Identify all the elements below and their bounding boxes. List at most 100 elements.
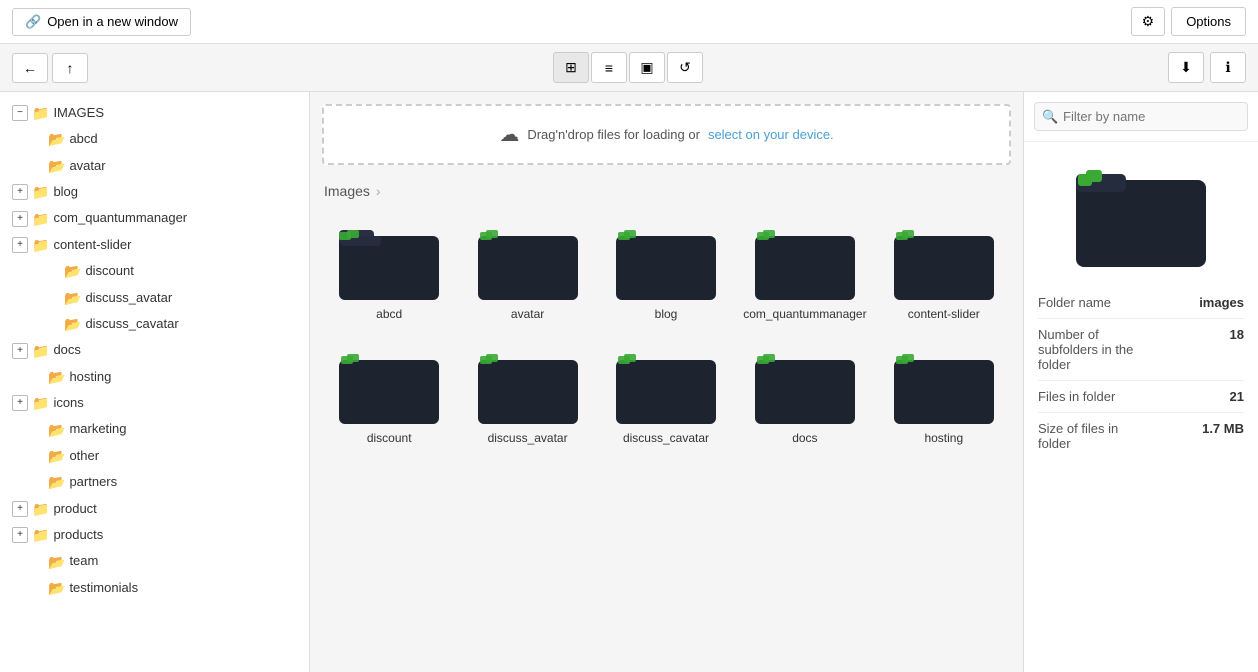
- link-icon: 🔗: [25, 14, 41, 30]
- file-item-hosting[interactable]: hosting: [879, 337, 1009, 453]
- back-icon: ←: [23, 60, 37, 76]
- sidebar-item-com-quantummanager[interactable]: + 📁 com_quantummanager: [0, 206, 309, 232]
- file-item-content-slider[interactable]: content-slider: [879, 213, 1009, 329]
- file-item-discuss-cavatar[interactable]: discuss_cavatar: [601, 337, 731, 453]
- folder-svg-com: [755, 221, 855, 301]
- options-label: Options: [1186, 14, 1231, 29]
- folder-icon-abcd: 📂: [48, 128, 65, 150]
- folder-icon-products: 📁: [32, 524, 49, 546]
- filter-input[interactable]: [1034, 102, 1248, 131]
- folder-icon-product: 📁: [32, 498, 49, 520]
- product-toggle[interactable]: +: [12, 501, 28, 517]
- breadcrumb: Images ›: [310, 177, 1023, 205]
- folder-preview-svg: [1076, 162, 1206, 267]
- blog-toggle[interactable]: +: [12, 184, 28, 200]
- folder-icon: ▣: [640, 59, 653, 76]
- content-slider-toggle[interactable]: +: [12, 237, 28, 253]
- folder-svg-blog: [616, 221, 716, 301]
- grid-view-button[interactable]: ⊞: [553, 52, 589, 83]
- folder-info: Folder name images Number of subfolders …: [1024, 277, 1258, 469]
- sidebar-item-marketing[interactable]: 📂 marketing: [0, 417, 309, 443]
- up-icon: ↑: [67, 60, 74, 76]
- folder-icon-discount: 📂: [64, 260, 81, 282]
- sidebar-item-avatar[interactable]: 📂 avatar: [0, 153, 309, 179]
- sidebar-label-discount: discount: [85, 261, 133, 282]
- sidebar-item-blog[interactable]: + 📁 blog: [0, 179, 309, 205]
- sidebar-label-other: other: [69, 446, 99, 467]
- sidebar-item-content-slider[interactable]: + 📁 content-slider: [0, 232, 309, 258]
- sidebar-item-abcd[interactable]: 📂 abcd: [0, 126, 309, 152]
- docs-toggle[interactable]: +: [12, 343, 28, 359]
- main-area: − 📁 IMAGES 📂 abcd 📂 avatar + 📁 blog + 📁 …: [0, 92, 1258, 672]
- toolbar-views: ⊞ ≡ ▣ ↺: [553, 52, 703, 83]
- sidebar-item-team[interactable]: 📂 team: [0, 549, 309, 575]
- folder-svg-avatar: [478, 221, 578, 301]
- settings-button[interactable]: ⚙: [1131, 7, 1166, 36]
- folder-icon-content-slider: 📁: [32, 234, 49, 256]
- drop-zone-text: Drag'n'drop files for loading or: [527, 127, 700, 142]
- filter-bar: 🔍: [1024, 92, 1258, 142]
- sidebar-item-icons[interactable]: + 📁 icons: [0, 390, 309, 416]
- file-label-discuss-avatar: discuss_avatar: [488, 431, 568, 445]
- sidebar-item-discuss-avatar[interactable]: 📂 discuss_avatar: [0, 285, 309, 311]
- open-new-window-button[interactable]: 🔗 Open in a new window: [12, 8, 191, 36]
- cloud-upload-icon: ☁: [499, 122, 519, 147]
- folder-svg-abcd: [339, 221, 439, 301]
- sidebar-root[interactable]: − 📁 IMAGES: [0, 100, 309, 126]
- filter-input-wrap: 🔍: [1034, 102, 1248, 131]
- list-view-button[interactable]: ≡: [591, 52, 627, 83]
- file-label-blog: blog: [655, 307, 678, 321]
- sidebar-label-partners: partners: [69, 472, 117, 493]
- folder-icon-blog: 📁: [32, 181, 49, 203]
- subfolders-value: 18: [1141, 327, 1244, 342]
- icons-toggle[interactable]: +: [12, 395, 28, 411]
- file-item-discuss-avatar[interactable]: discuss_avatar: [462, 337, 592, 453]
- sidebar-item-partners[interactable]: 📂 partners: [0, 469, 309, 495]
- sidebar-label-team: team: [69, 551, 98, 572]
- sidebar-item-products[interactable]: + 📁 products: [0, 522, 309, 548]
- up-button[interactable]: ↑: [52, 53, 88, 83]
- folder-name-value: images: [1141, 295, 1244, 310]
- com-toggle[interactable]: +: [12, 211, 28, 227]
- file-item-abcd[interactable]: abcd: [324, 213, 454, 329]
- sidebar-item-docs[interactable]: + 📁 docs: [0, 338, 309, 364]
- info-row-size: Size of files in folder 1.7 MB: [1038, 413, 1244, 459]
- sidebar-label-hosting: hosting: [69, 367, 111, 388]
- file-item-discount[interactable]: discount: [324, 337, 454, 453]
- sidebar-item-discuss-cavatar[interactable]: 📂 discuss_cavatar: [0, 311, 309, 337]
- folder-icon-team: 📂: [48, 551, 65, 573]
- sidebar-item-discount[interactable]: 📂 discount: [0, 258, 309, 284]
- file-item-blog[interactable]: blog: [601, 213, 731, 329]
- file-item-avatar[interactable]: avatar: [462, 213, 592, 329]
- info-row-subfolders: Number of subfolders in the folder 18: [1038, 319, 1244, 381]
- file-label-discuss-cavatar: discuss_cavatar: [623, 431, 709, 445]
- file-label-com: com_quantummanager: [743, 307, 866, 321]
- info-button[interactable]: ℹ: [1210, 52, 1246, 83]
- sidebar-item-product[interactable]: + 📁 product: [0, 496, 309, 522]
- refresh-button[interactable]: ↺: [667, 52, 703, 83]
- file-label-discount: discount: [367, 431, 412, 445]
- sidebar-item-hosting[interactable]: 📂 hosting: [0, 364, 309, 390]
- sidebar-item-other[interactable]: 📂 other: [0, 443, 309, 469]
- back-button[interactable]: ←: [12, 53, 48, 83]
- breadcrumb-label[interactable]: Images: [324, 183, 370, 199]
- download-button[interactable]: ⬇: [1168, 52, 1204, 83]
- drop-zone[interactable]: ☁ Drag'n'drop files for loading or selec…: [322, 104, 1011, 165]
- breadcrumb-chevron: ›: [376, 183, 381, 199]
- files-label: Files in folder: [1038, 389, 1141, 404]
- sidebar-root-label: IMAGES: [53, 103, 104, 124]
- sidebar-item-testimonials[interactable]: 📂 testimonials: [0, 575, 309, 601]
- top-bar: 🔗 Open in a new window ⚙ Options: [0, 0, 1258, 44]
- info-icon: ℹ: [1225, 59, 1230, 76]
- folder-icon-partners: 📂: [48, 471, 65, 493]
- products-toggle[interactable]: +: [12, 527, 28, 543]
- root-toggle[interactable]: −: [12, 105, 28, 121]
- folder-svg-content-slider: [894, 221, 994, 301]
- options-button[interactable]: Options: [1171, 7, 1246, 36]
- file-item-com-quantummanager[interactable]: com_quantummanager: [739, 213, 870, 329]
- file-item-docs[interactable]: docs: [739, 337, 870, 453]
- select-on-device-link[interactable]: select on your device.: [708, 127, 834, 142]
- right-panel: 🔍 Folder name images Number of subfolder…: [1023, 92, 1258, 672]
- folder-view-button[interactable]: ▣: [629, 52, 665, 83]
- folder-svg-discuss-avatar: [478, 345, 578, 425]
